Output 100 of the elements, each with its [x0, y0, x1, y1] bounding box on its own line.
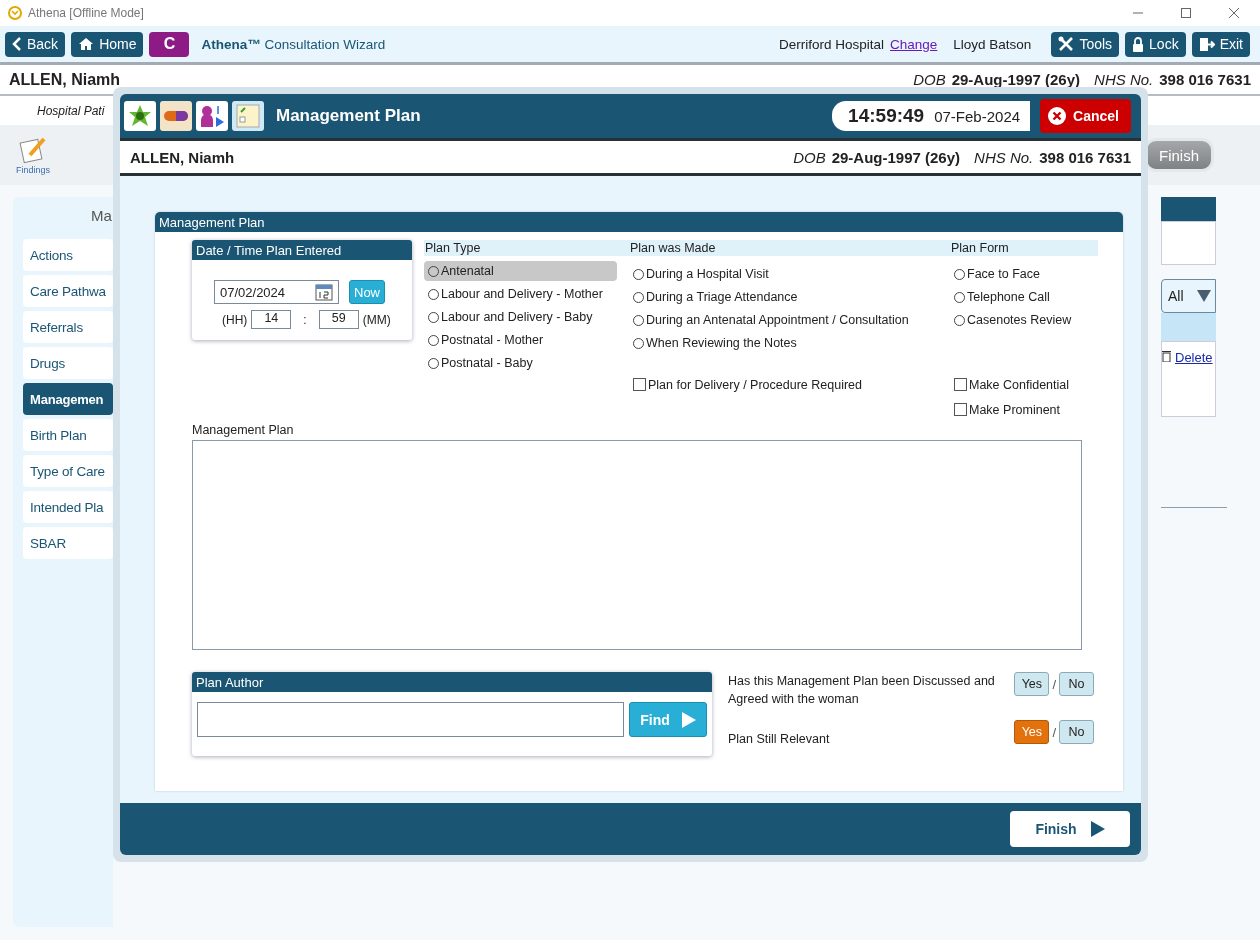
field-label: Management Plan [192, 423, 295, 437]
maximize-icon [1180, 7, 1192, 19]
radio-option[interactable]: Antenatal [424, 261, 617, 281]
question-text: Plan Still Relevant [728, 731, 831, 748]
sidebar-item[interactable]: Actions [23, 239, 113, 271]
exit-icon [1198, 36, 1215, 52]
lock-button[interactable]: Lock [1125, 31, 1186, 57]
caret-icon [1197, 290, 1211, 302]
sidebar-item[interactable]: Drugs [23, 347, 113, 379]
management-plan-field[interactable] [192, 440, 1082, 650]
radio-option[interactable]: Telephone Call [950, 287, 1098, 307]
answer-button[interactable]: No [1059, 672, 1094, 696]
card-title: Plan Author [192, 672, 712, 692]
house-icon [78, 37, 95, 51]
cancel-icon [1048, 107, 1067, 125]
consultation-button[interactable]: C [149, 31, 190, 57]
checkbox-option[interactable]: Make Prominent [954, 401, 1098, 418]
sidebar-item[interactable]: SBAR [23, 527, 113, 559]
list-header [1161, 313, 1216, 341]
answer-button[interactable]: Yes [1014, 672, 1050, 696]
toolbar-icon-button[interactable] [124, 101, 156, 131]
checkbox-option[interactable]: Make Confidential [954, 376, 1098, 393]
filter-dropdown[interactable]: All [1161, 279, 1216, 313]
minute-field[interactable]: 59 [318, 310, 359, 329]
play-icon [1090, 821, 1105, 837]
column-header: Plan was Made [629, 240, 950, 256]
back-button[interactable]: Back [5, 31, 66, 57]
answer-separator: / [1052, 676, 1056, 692]
author-field[interactable] [197, 702, 624, 737]
nhs-label: NHS No. [1094, 71, 1154, 88]
hospital-name: Derriford Hospital [779, 36, 885, 52]
radio-option[interactable]: Labour and Delivery - Mother [424, 284, 629, 304]
column-header: Plan Form [950, 240, 1098, 256]
section-heading: Ma [90, 207, 113, 226]
dob-label: DOB [793, 148, 826, 166]
notepad-icon [235, 103, 261, 129]
nhs-number: 398 016 7631 [1039, 148, 1131, 166]
radio-option[interactable]: During an Antenatal Appointment / Consultation [629, 310, 950, 330]
play-icon [681, 711, 696, 728]
change-link[interactable]: Change [890, 36, 938, 52]
patient-name: ALLEN, Niamh [130, 148, 235, 166]
calendar-icon [315, 283, 333, 301]
window-title: Athena [Offline Mode] [28, 6, 144, 20]
radio-option[interactable]: During a Triage Attendance [629, 287, 950, 307]
answer-button[interactable]: No [1059, 720, 1094, 744]
column-header: Plan Type [424, 240, 629, 256]
sidebar-item[interactable]: Intended Pla [23, 491, 113, 523]
date-of-birth: 29-Aug-1997 (26y) [831, 148, 961, 166]
subheader-text: Hospital Pati [37, 103, 105, 118]
exit-button[interactable]: Exit [1191, 31, 1250, 57]
panel-title: Management Plan [155, 212, 1123, 232]
hour-label: (HH) [222, 312, 248, 327]
nhs-label: NHS No. [974, 148, 1034, 166]
radio-option[interactable]: Postnatal - Baby [424, 353, 629, 373]
sidebar-item[interactable]: Managemen [23, 383, 113, 415]
trash-icon [1162, 350, 1171, 362]
hour-field[interactable]: 14 [251, 310, 292, 329]
panel-body [1161, 221, 1216, 265]
tools-button[interactable]: Tools [1051, 31, 1120, 57]
date-field[interactable]: 07/02/2024 [214, 280, 339, 304]
answer-separator: / [1052, 724, 1056, 740]
cancel-button[interactable]: Cancel [1040, 99, 1131, 133]
app-logo-icon [8, 6, 22, 20]
findings-button[interactable]: Findings [16, 135, 51, 175]
sidebar-item[interactable]: Care Pathwa [23, 275, 113, 307]
radio-option[interactable]: During a Hospital Visit [629, 264, 950, 284]
toolbar-icon-button[interactable] [196, 101, 228, 131]
time-separator: : [303, 312, 307, 327]
checkbox-option[interactable]: Plan for Delivery / Procedure Required [633, 376, 950, 393]
close-icon [1228, 7, 1240, 19]
capsule-icon [163, 110, 189, 122]
sidebar-item[interactable]: Referrals [23, 311, 113, 343]
notepad-pencil-icon [18, 135, 48, 165]
dialog-title: Management Plan [276, 106, 421, 126]
minute-label: (MM) [362, 312, 391, 327]
chevron-left-icon [12, 37, 22, 51]
nhs-number: 398 016 7631 [1159, 71, 1251, 88]
sidebar-item[interactable]: Birth Plan [23, 419, 113, 451]
home-button[interactable]: Home [71, 31, 144, 57]
date-of-birth: 29-Aug-1997 (26y) [951, 71, 1081, 88]
panel-header [1161, 197, 1216, 221]
patient-name: ALLEN, Niamh [9, 70, 121, 89]
dob-label: DOB [913, 71, 946, 88]
clock-display: 14:59:49 07-Feb-2024 [832, 101, 1031, 131]
tools-icon [1058, 36, 1075, 52]
person-icon [199, 103, 225, 129]
radio-option[interactable]: Postnatal - Mother [424, 330, 629, 350]
finish-button[interactable]: Finish [1010, 811, 1130, 847]
padlock-icon [1132, 36, 1145, 52]
sidebar-item[interactable]: Type of Care [23, 455, 113, 487]
delete-link[interactable]: Delete [1175, 350, 1213, 365]
card-title: Date / Time Plan Entered [192, 240, 412, 260]
radio-option[interactable]: Casenotes Review [950, 310, 1098, 330]
radio-option[interactable]: Face to Face [950, 264, 1098, 284]
question-text: Has this Management Plan been Discussed and Agreed with the woman [728, 673, 996, 708]
app-title: Athena™ Consultation Wizard [201, 36, 386, 52]
user-name: Lloyd Batson [953, 36, 1032, 52]
radio-option[interactable]: When Reviewing the Notes [629, 333, 950, 353]
toolbar-icon-button[interactable] [160, 101, 192, 131]
radio-option[interactable]: Labour and Delivery - Baby [424, 307, 629, 327]
